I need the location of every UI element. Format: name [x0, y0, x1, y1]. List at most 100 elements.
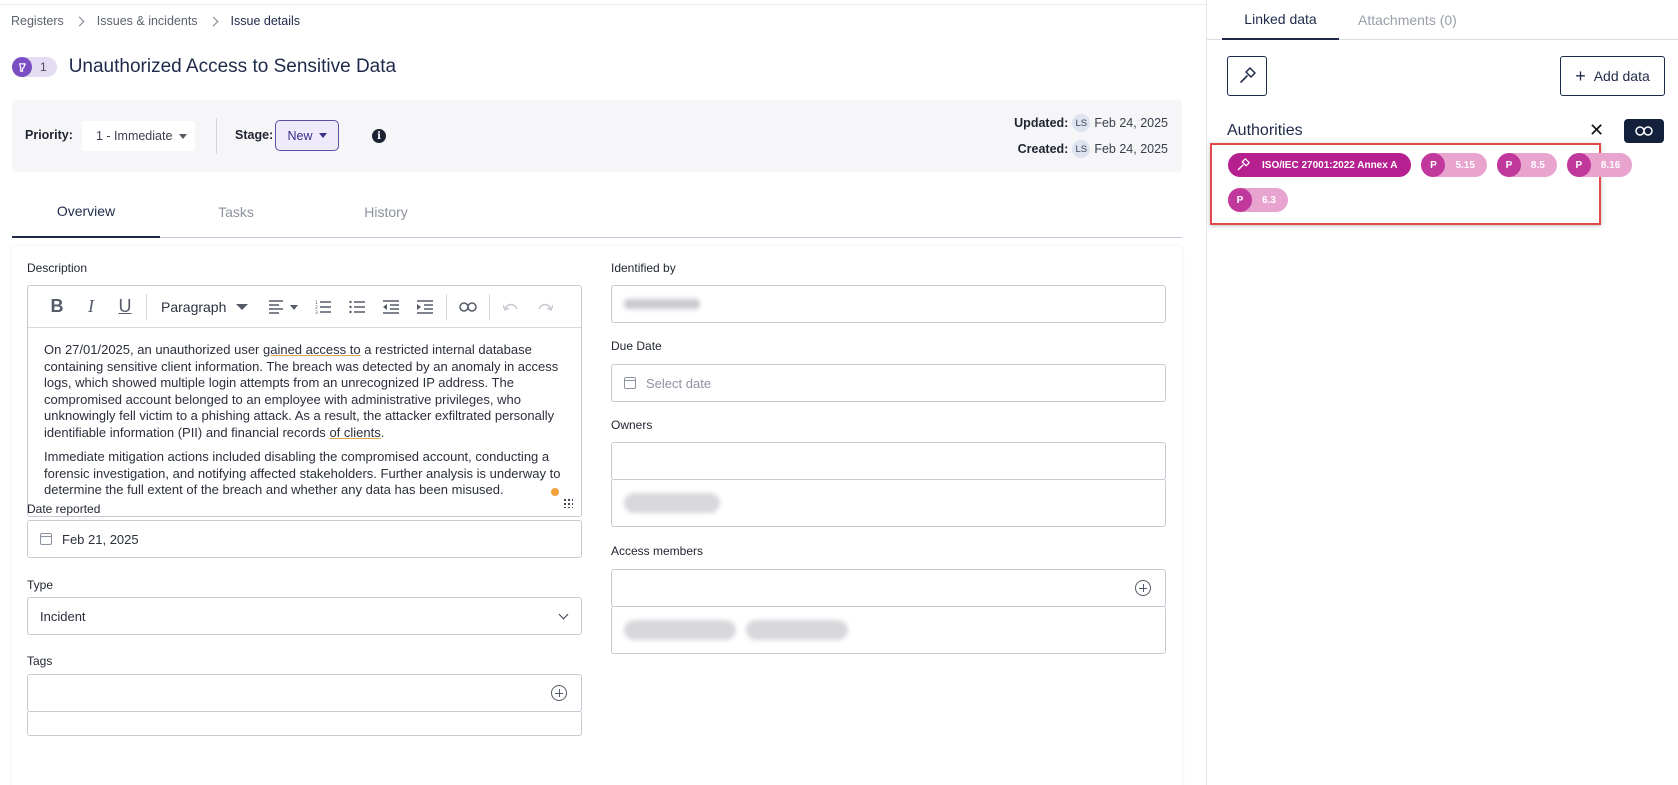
- tab-linked-data[interactable]: Linked data: [1222, 0, 1339, 40]
- calendar-icon: [40, 533, 52, 545]
- control-chip-8-5[interactable]: P 8.5: [1496, 153, 1557, 177]
- type-label: Type: [27, 578, 54, 592]
- caret-down-icon: [179, 133, 188, 139]
- hammer-icon: [1237, 158, 1250, 171]
- identified-by-label: Identified by: [611, 261, 676, 275]
- description-paragraph-1: On 27/01/2025, an unauthorized user gain…: [44, 342, 559, 440]
- updated-label: Updated:: [1014, 116, 1069, 130]
- control-chip-5-15[interactable]: P 5.15: [1421, 153, 1487, 177]
- identified-by-input[interactable]: [611, 285, 1166, 323]
- due-date-input[interactable]: Select date: [611, 364, 1166, 402]
- link-authority-button[interactable]: [1624, 119, 1664, 143]
- member-chip-redacted[interactable]: [624, 619, 736, 640]
- plus-circle-icon[interactable]: [1135, 580, 1151, 596]
- indent-button[interactable]: [408, 292, 442, 322]
- tags-input[interactable]: [27, 674, 582, 712]
- control-chip-label: 5.15: [1455, 159, 1475, 171]
- plus-icon: +: [1575, 66, 1586, 86]
- authority-filter-button[interactable]: [1227, 56, 1267, 96]
- add-data-button[interactable]: + Add data: [1560, 56, 1665, 96]
- underline-button[interactable]: U: [108, 292, 142, 322]
- member-chip-redacted[interactable]: [746, 619, 848, 640]
- breadcrumb-registers[interactable]: Registers: [11, 14, 64, 28]
- align-left-icon: [269, 299, 299, 314]
- chevron-right-icon: [74, 16, 85, 26]
- link-button[interactable]: [451, 292, 485, 322]
- authority-chip-iso27001[interactable]: ISO/IEC 27001:2022 Annex A: [1228, 153, 1412, 177]
- description-text[interactable]: On 27/01/2025, an unauthorized user gain…: [28, 328, 581, 499]
- link-icon: [459, 301, 478, 312]
- redo-button[interactable]: [528, 292, 562, 322]
- created-info: Created: LS Feb 24, 2025: [1018, 140, 1168, 158]
- stage-dropdown-button[interactable]: New: [275, 120, 339, 151]
- type-value: Incident: [40, 608, 86, 624]
- plus-circle-icon[interactable]: [551, 685, 567, 701]
- type-select[interactable]: Incident: [27, 597, 582, 635]
- date-reported-value: Feb 21, 2025: [62, 531, 139, 547]
- owners-input[interactable]: [611, 442, 1166, 480]
- right-sidebar: Linked data Attachments (0) + Add data A…: [1206, 0, 1678, 785]
- access-members-list: [611, 606, 1166, 654]
- priority-value: 1 - Immediate: [96, 129, 173, 143]
- control-type-badge: P: [1566, 153, 1591, 177]
- date-reported-input[interactable]: Feb 21, 2025: [27, 520, 582, 558]
- toolbar-divider: [146, 293, 147, 320]
- control-type-badge: P: [1496, 153, 1521, 177]
- link-icon: [1635, 126, 1653, 136]
- access-members-input[interactable]: [611, 569, 1166, 607]
- undo-button[interactable]: [494, 292, 528, 322]
- ordered-list-button[interactable]: 123: [306, 292, 340, 322]
- control-chip-label: 8.5: [1530, 159, 1545, 171]
- tab-tasks[interactable]: Tasks: [170, 186, 302, 238]
- updated-date: Feb 24, 2025: [1094, 116, 1168, 130]
- paragraph-style-value: Paragraph: [161, 298, 227, 315]
- bullet-list-icon: [349, 300, 366, 313]
- add-data-label: Add data: [1593, 68, 1650, 84]
- stage-value: New: [287, 128, 313, 143]
- issue-tabs: Overview Tasks History: [12, 186, 1182, 238]
- control-chip-label: 8.16: [1600, 159, 1621, 171]
- control-type-badge: P: [1421, 153, 1446, 177]
- priority-label: Priority:: [25, 128, 73, 142]
- align-button[interactable]: [262, 292, 306, 322]
- close-icon[interactable]: ✕: [1589, 120, 1604, 141]
- breadcrumb-issue-details: Issue details: [230, 14, 301, 28]
- info-icon[interactable]: i: [372, 129, 386, 143]
- owners-list: [611, 479, 1166, 527]
- owner-chip-redacted[interactable]: [624, 492, 720, 513]
- due-date-label: Due Date: [611, 339, 662, 353]
- identified-by-value-redacted: [624, 299, 700, 309]
- toolbar-divider: [489, 293, 491, 320]
- tab-history[interactable]: History: [320, 186, 452, 238]
- date-reported-label: Date reported: [27, 502, 101, 516]
- due-date-placeholder: Select date: [646, 375, 712, 391]
- issue-meta-bar: Priority: 1 - Immediate Stage: New i Upd…: [12, 100, 1182, 172]
- italic-button[interactable]: I: [74, 292, 108, 322]
- avatar: LS: [1072, 114, 1091, 132]
- overview-panel: Description B I U Paragraph 123 On 27/01…: [12, 246, 1182, 785]
- control-chip-label: 6.3: [1262, 194, 1276, 206]
- ordered-list-icon: 123: [315, 300, 332, 314]
- description-editor[interactable]: B I U Paragraph 123 On 27/01/2025, an un…: [27, 285, 582, 517]
- control-type-badge: P: [1228, 188, 1252, 212]
- issue-type-icon: [12, 57, 32, 77]
- access-members-label: Access members: [611, 544, 704, 558]
- breadcrumb-issues-incidents[interactable]: Issues & incidents: [97, 14, 198, 28]
- caret-down-icon: [318, 133, 327, 138]
- outdent-button[interactable]: [374, 292, 408, 322]
- tab-attachments[interactable]: Attachments (0): [1358, 0, 1457, 40]
- tab-overview[interactable]: Overview: [12, 186, 160, 238]
- main-content: Registers Issues & incidents Issue detai…: [0, 0, 1206, 785]
- priority-select[interactable]: 1 - Immediate: [82, 121, 195, 151]
- control-chip-8-16[interactable]: P 8.16: [1566, 153, 1633, 177]
- description-paragraph-2: Immediate mitigation actions included di…: [44, 449, 561, 497]
- bullet-list-button[interactable]: [340, 292, 374, 322]
- control-chip-6-3[interactable]: P 6.3: [1228, 188, 1288, 212]
- paragraph-style-select[interactable]: Paragraph: [151, 299, 262, 315]
- bold-button[interactable]: B: [40, 292, 74, 322]
- created-label: Created:: [1017, 142, 1069, 156]
- undo-icon: [503, 303, 519, 311]
- page-title: Unauthorized Access to Sensitive Data: [68, 56, 397, 77]
- resize-handle[interactable]: [563, 498, 573, 508]
- authority-chip-row-2: P 6.3: [1228, 188, 1288, 212]
